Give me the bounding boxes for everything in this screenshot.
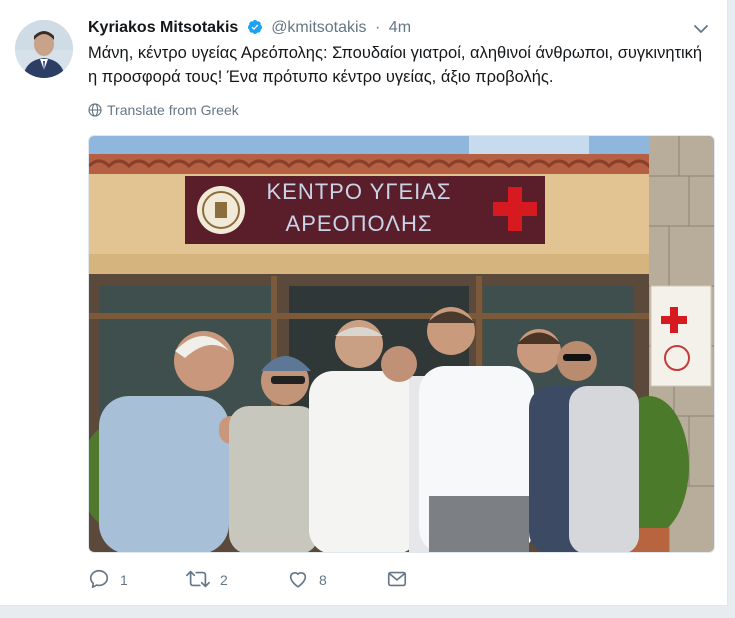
timestamp[interactable]: 4m bbox=[389, 19, 411, 36]
author-name[interactable]: Kyriakos Mitsotakis bbox=[88, 19, 238, 36]
avatar[interactable] bbox=[15, 20, 73, 78]
globe-icon bbox=[88, 103, 102, 117]
reply-button[interactable]: 1 bbox=[88, 568, 128, 592]
tweet-card[interactable]: Kyriakos Mitsotakis @kmitsotakis · 4m Μά… bbox=[0, 0, 728, 606]
verified-badge-icon bbox=[247, 20, 262, 34]
author-handle[interactable]: @kmitsotakis bbox=[271, 19, 366, 36]
message-button[interactable] bbox=[386, 568, 408, 592]
tweet-actions: 1 2 8 bbox=[88, 568, 488, 592]
reply-icon bbox=[89, 569, 109, 589]
tweet-header: Kyriakos Mitsotakis @kmitsotakis · 4m bbox=[88, 17, 688, 39]
chevron-down-icon[interactable] bbox=[693, 21, 709, 37]
photo-image: ΚΕΝΤΡΟ ΥΓΕΙΑΣ ΑΡΕΟΠΟΛΗΣ bbox=[89, 136, 714, 552]
reply-count: 1 bbox=[120, 572, 128, 588]
like-count: 8 bbox=[319, 572, 327, 588]
sign-line-1: ΚΕΝΤΡΟ ΥΓΕΙΑΣ bbox=[266, 179, 451, 204]
retweet-count: 2 bbox=[220, 572, 228, 588]
sign-line-2: ΑΡΕΟΠΟΛΗΣ bbox=[286, 211, 433, 236]
retweet-button[interactable]: 2 bbox=[186, 568, 228, 592]
tweet-photo[interactable]: ΚΕΝΤΡΟ ΥΓΕΙΑΣ ΑΡΕΟΠΟΛΗΣ bbox=[88, 135, 715, 553]
retweet-icon bbox=[186, 570, 210, 588]
envelope-icon bbox=[387, 571, 407, 587]
like-button[interactable]: 8 bbox=[287, 568, 327, 592]
heart-icon bbox=[289, 572, 307, 588]
separator-dot: · bbox=[375, 19, 381, 36]
translate-label: Translate from Greek bbox=[107, 102, 239, 118]
tweet-text: Μάνη, κέντρο υγείας Αρεόπολης: Σπουδαίοι… bbox=[88, 44, 703, 86]
translate-link[interactable]: Translate from Greek bbox=[88, 100, 239, 120]
